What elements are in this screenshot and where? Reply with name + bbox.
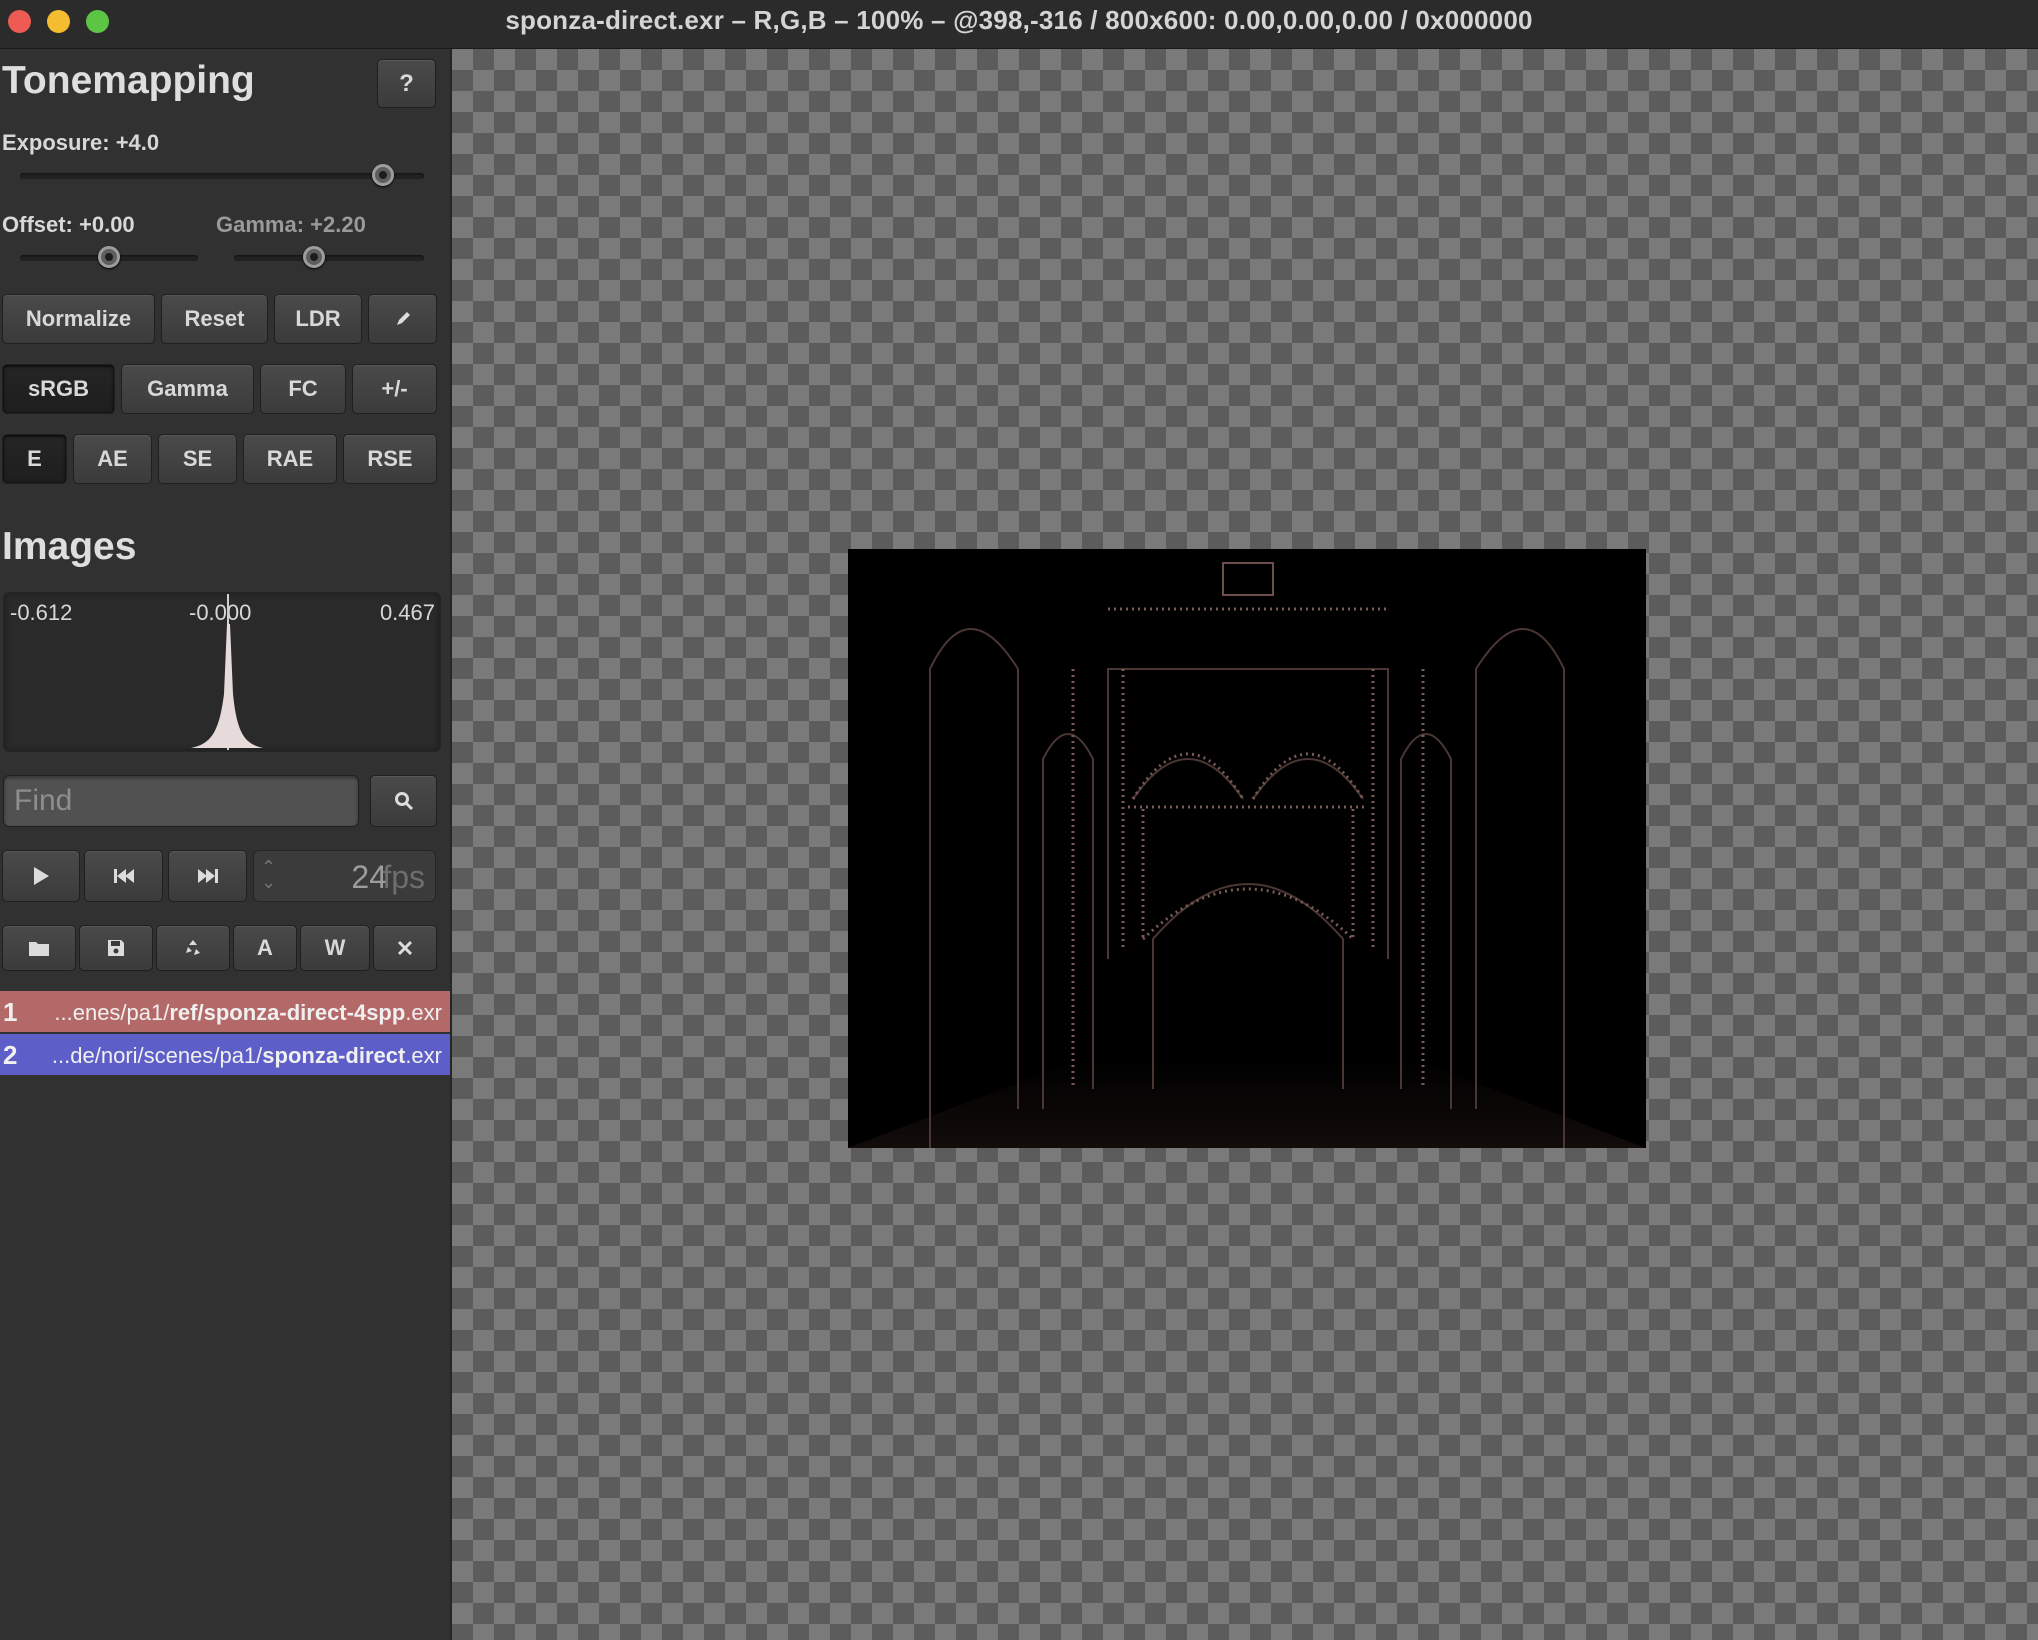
fps-stepper[interactable]: ⌃ ⌄ 24 fps <box>253 850 436 902</box>
play-button[interactable] <box>2 850 80 902</box>
histogram-plot <box>191 594 263 750</box>
reload-button[interactable] <box>156 925 230 971</box>
a-button[interactable]: A <box>233 925 297 971</box>
gamma-slider-knob[interactable] <box>303 246 325 268</box>
histogram: -0.612 -0.000 0.467 <box>3 592 441 752</box>
plusminus-button[interactable]: +/- <box>352 364 437 414</box>
title-bar: sponza-direct.exr – R,G,B – 100% – @398,… <box>0 0 2038 49</box>
sidebar: Tonemapping ? Exposure: +4.0 Offset: +0.… <box>0 49 452 1640</box>
folder-icon <box>28 939 50 957</box>
exposure-slider[interactable] <box>20 164 424 186</box>
fps-unit: fps <box>382 859 425 895</box>
normalize-button[interactable]: Normalize <box>2 294 155 344</box>
offset-label: Offset: +0.00 <box>2 212 135 237</box>
file-index: 2 <box>3 1040 18 1070</box>
play-icon <box>32 866 50 886</box>
skip-back-icon <box>113 868 135 884</box>
metric-se-button[interactable]: SE <box>158 434 237 484</box>
file-path: ...de/nori/scenes/pa1/sponza-direct.exr <box>51 1043 442 1068</box>
metric-rse-button[interactable]: RSE <box>343 434 437 484</box>
srgb-button[interactable]: sRGB <box>2 364 115 414</box>
search-button[interactable] <box>370 775 437 827</box>
window-title: sponza-direct.exr – R,G,B – 100% – @398,… <box>505 5 1533 35</box>
save-icon <box>107 939 125 957</box>
image-preview[interactable] <box>848 549 1646 1148</box>
find-input[interactable] <box>4 776 358 826</box>
close-all-button[interactable] <box>373 925 437 971</box>
search-icon <box>394 791 414 811</box>
find-field[interactable] <box>3 775 359 827</box>
pen-icon <box>394 310 412 328</box>
save-button[interactable] <box>79 925 153 971</box>
reset-button[interactable]: Reset <box>161 294 268 344</box>
metric-ae-button[interactable]: AE <box>73 434 152 484</box>
skip-forward-icon <box>197 868 219 884</box>
close-icon <box>397 940 413 956</box>
file-row-1[interactable]: 1 ...enes/pa1/ref/sponza-direct-4spp.exr <box>0 991 450 1032</box>
images-title: Images <box>2 525 137 568</box>
w-button[interactable]: W <box>300 925 370 971</box>
help-button[interactable]: ? <box>377 59 436 108</box>
file-path: ...enes/pa1/ref/sponza-direct-4spp.exr <box>54 1000 442 1025</box>
skip-forward-button[interactable] <box>168 850 247 902</box>
stepper-arrows-icon[interactable]: ⌃ ⌄ <box>261 858 276 891</box>
sponza-render-image <box>848 549 1646 1148</box>
open-button[interactable] <box>2 925 76 971</box>
reload-icon <box>183 938 203 958</box>
gamma-label: Gamma: +2.20 <box>216 212 366 237</box>
exposure-slider-knob[interactable] <box>372 164 394 186</box>
skip-back-button[interactable] <box>84 850 163 902</box>
file-row-2[interactable]: 2 ...de/nori/scenes/pa1/sponza-direct.ex… <box>0 1034 450 1075</box>
offset-slider[interactable] <box>20 246 198 268</box>
offset-slider-knob[interactable] <box>98 246 120 268</box>
file-index: 1 <box>3 997 18 1027</box>
tonemapping-title: Tonemapping <box>2 59 255 102</box>
ldr-button[interactable]: LDR <box>274 294 362 344</box>
exposure-label: Exposure: +4.0 <box>2 130 160 155</box>
fc-button[interactable]: FC <box>260 364 346 414</box>
gamma-slider[interactable] <box>234 246 424 268</box>
pen-button[interactable] <box>368 294 437 344</box>
metric-rae-button[interactable]: RAE <box>243 434 337 484</box>
gamma-curve-button[interactable]: Gamma <box>121 364 254 414</box>
metric-e-button[interactable]: E <box>2 434 67 484</box>
